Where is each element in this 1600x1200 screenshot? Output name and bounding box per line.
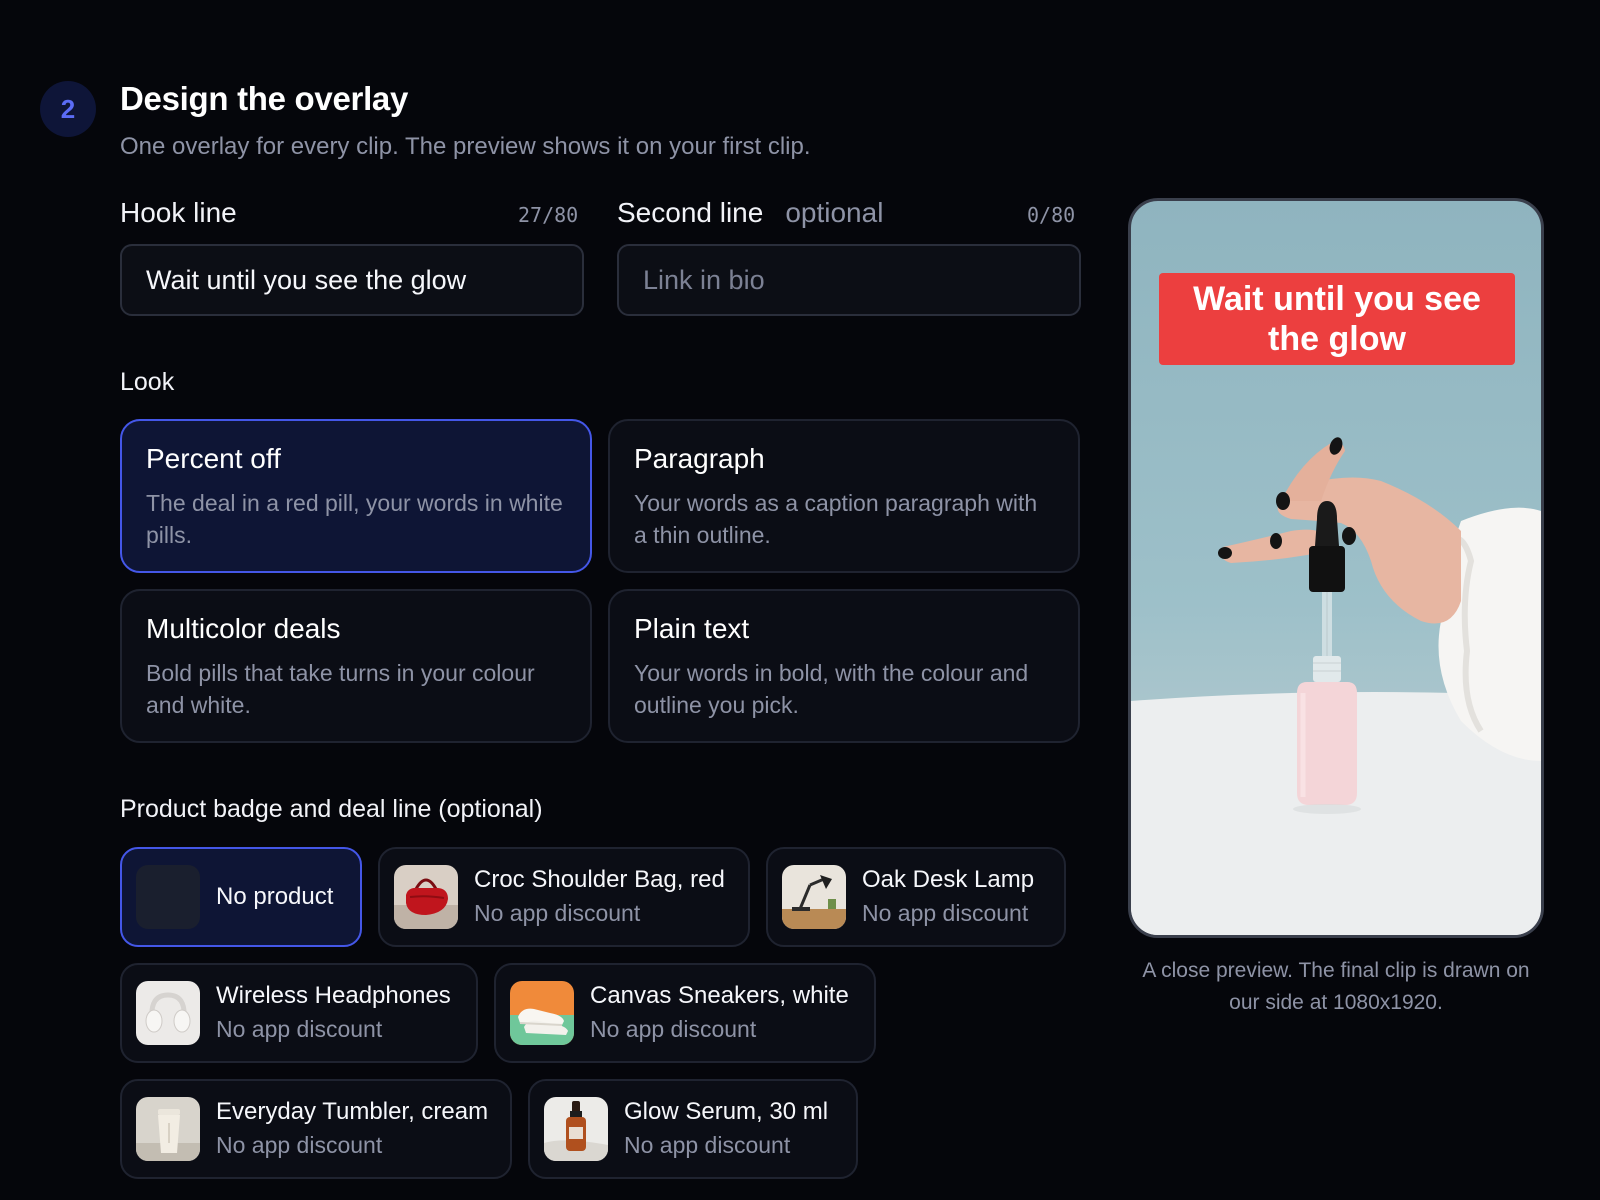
product-chip-tumbler[interactable]: Everyday Tumbler, cream No app discount: [120, 1079, 512, 1179]
headphones-thumb-icon: [136, 981, 200, 1045]
product-name: Oak Desk Lamp: [862, 866, 1035, 893]
product-chip-no-product[interactable]: No product: [120, 847, 362, 947]
product-name: Wireless Headphones: [216, 982, 451, 1009]
hook-line-counter: 27/80: [518, 203, 579, 227]
look-option-paragraph[interactable]: Paragraph Your words as a caption paragr…: [608, 419, 1080, 573]
product-name: Canvas Sneakers, white: [590, 982, 849, 1009]
product-name: No product: [216, 883, 334, 910]
desk-lamp-thumb-icon: [782, 865, 846, 929]
product-chip-headphones[interactable]: Wireless Headphones No app discount: [120, 963, 478, 1063]
product-chip-desk-lamp[interactable]: Oak Desk Lamp No app discount: [766, 847, 1066, 947]
red-bag-thumb-icon: [394, 865, 458, 929]
second-line-counter: 0/80: [1027, 203, 1076, 227]
product-section-label: Product badge and deal line (optional): [120, 795, 543, 823]
page-subtitle: One overlay for every clip. The preview …: [120, 133, 811, 160]
look-option-plain-text[interactable]: Plain text Your words in bold, with the …: [608, 589, 1080, 743]
look-option-description: Bold pills that take turns in your colou…: [146, 660, 535, 718]
second-line-label-text: Second line: [617, 197, 764, 228]
step-number-badge: 2: [40, 81, 96, 137]
look-option-description: Your words in bold, with the colour and …: [634, 660, 1029, 718]
product-chip-sneakers[interactable]: Canvas Sneakers, white No app discount: [494, 963, 876, 1063]
look-option-title: Paragraph: [634, 443, 765, 474]
clip-preview: Wait until you see the glow: [1128, 198, 1544, 938]
product-discount-status: No app discount: [862, 900, 1029, 926]
product-discount-status: No app discount: [624, 1132, 791, 1158]
product-name: Everyday Tumbler, cream: [216, 1098, 489, 1125]
product-discount-status: No app discount: [216, 1016, 383, 1042]
second-line-input[interactable]: [617, 244, 1081, 316]
product-name: Glow Serum, 30 ml: [624, 1098, 829, 1125]
preview-caption: A close preview. The final clip is drawn…: [1142, 959, 1530, 1014]
second-line-label: Second line optional: [617, 197, 883, 229]
hook-line-label: Hook line: [120, 197, 237, 228]
hook-line-input[interactable]: [120, 244, 584, 316]
product-discount-status: No app discount: [216, 1132, 383, 1158]
product-chip-glow-serum[interactable]: Glow Serum, 30 ml No app discount: [528, 1079, 858, 1179]
sneakers-thumb-icon: [510, 981, 574, 1045]
hook-line-overlay: Wait until you see the glow: [1159, 273, 1515, 365]
product-chip-croc-bag[interactable]: Croc Shoulder Bag, red No app discount: [378, 847, 750, 947]
look-section-label: Look: [120, 368, 175, 396]
look-option-multicolor-deals[interactable]: Multicolor deals Bold pills that take tu…: [120, 589, 592, 743]
product-name: Croc Shoulder Bag, red: [474, 866, 725, 893]
serum-thumb-icon: [544, 1097, 608, 1161]
empty-thumb-icon: [136, 865, 200, 929]
look-option-title: Plain text: [634, 613, 750, 644]
tumbler-thumb-icon: [136, 1097, 200, 1161]
product-discount-status: No app discount: [474, 900, 641, 926]
look-option-description: The deal in a red pill, your words in wh…: [146, 490, 563, 548]
look-option-title: Percent off: [146, 443, 281, 474]
product-discount-status: No app discount: [590, 1016, 757, 1042]
page-title: Design the overlay: [120, 80, 409, 117]
look-option-description: Your words as a caption paragraph with a…: [634, 490, 1038, 548]
second-line-optional-tag: optional: [785, 197, 884, 228]
overlay-design-page: 2 Design the overlay One overlay for eve…: [0, 0, 1600, 1200]
look-option-title: Multicolor deals: [146, 613, 341, 644]
look-option-percent-off[interactable]: Percent off The deal in a red pill, your…: [120, 419, 592, 573]
